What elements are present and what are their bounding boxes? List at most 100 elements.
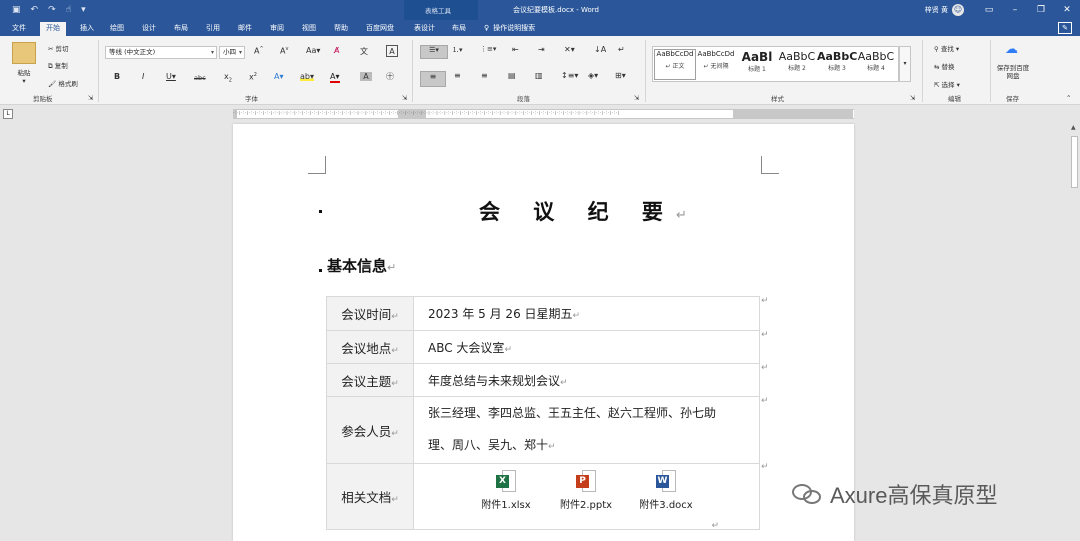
bold-icon[interactable]: B: [114, 72, 120, 81]
text-effects-icon[interactable]: A▾: [274, 72, 284, 81]
vertical-scrollbar[interactable]: ▲: [1069, 122, 1080, 541]
close-icon[interactable]: ✕: [1054, 5, 1080, 15]
align-right-icon[interactable]: ≡: [481, 71, 488, 80]
italic-icon[interactable]: I: [142, 72, 144, 81]
table-cell-label[interactable]: 会议主题↵: [326, 363, 414, 397]
paste-icon[interactable]: [12, 42, 36, 64]
line-spacing-icon[interactable]: ↕≡▾: [561, 71, 578, 80]
tab-table-layout[interactable]: 布局: [446, 22, 472, 36]
font-size-combo[interactable]: 小四 ▾: [219, 46, 245, 59]
style-heading-4[interactable]: AaBbC 标题 4: [856, 50, 896, 72]
table-cell-value[interactable]: ABC 大会议室↵: [413, 330, 760, 364]
paste-button[interactable]: 粘贴: [12, 67, 36, 77]
customize-toolbar-icon[interactable]: ▾: [81, 4, 86, 16]
phonetic-guide-icon[interactable]: 文: [360, 46, 368, 57]
tell-me-search[interactable]: ♀ 操作说明搜索: [484, 23, 535, 33]
font-name-combo[interactable]: 等线 (中文正文) ▾: [105, 46, 217, 59]
restore-icon[interactable]: ❐: [1028, 5, 1054, 15]
underline-icon[interactable]: U▾: [166, 72, 176, 81]
style-heading-2[interactable]: AaBbC 标题 2: [777, 50, 817, 72]
tab-home[interactable]: 开始: [40, 22, 66, 36]
section-heading[interactable]: 基本信息↵: [327, 255, 396, 276]
table-cell-label[interactable]: 参会人员↵: [326, 396, 414, 464]
grow-font-icon[interactable]: A^: [254, 46, 264, 56]
chinese-layout-icon[interactable]: ✕▾: [564, 45, 575, 54]
avatar[interactable]: ☺: [952, 4, 964, 16]
show-marks-icon[interactable]: ↵: [618, 45, 625, 54]
character-shading-icon[interactable]: A: [360, 72, 372, 81]
dialog-launcher-icon[interactable]: ⇲: [402, 94, 407, 102]
attachment-xlsx[interactable]: X 附件1.xlsx: [476, 470, 536, 511]
dialog-launcher-icon[interactable]: ⇲: [634, 94, 639, 102]
ribbon-display-options-icon[interactable]: ▭: [976, 5, 1002, 15]
align-center-icon[interactable]: ≡: [454, 71, 461, 80]
strikethrough-icon[interactable]: abc: [194, 74, 206, 82]
baidu-netdisk-icon[interactable]: ☁: [1005, 42, 1018, 57]
save-icon[interactable]: ▣: [12, 4, 21, 16]
tab-layout[interactable]: 布局: [168, 22, 194, 36]
tab-help[interactable]: 帮助: [328, 22, 354, 36]
scroll-thumb[interactable]: [1071, 136, 1078, 188]
minimize-icon[interactable]: –: [1002, 5, 1028, 15]
table-cell-value[interactable]: 张三经理、李四总监、王五主任、赵六工程师、孙七助 理、周八、吴九、郑十↵: [413, 396, 760, 464]
table-cell-label[interactable]: 会议时间↵: [326, 296, 414, 331]
table-cell-label[interactable]: 会议地点↵: [326, 330, 414, 364]
style-heading-1[interactable]: AaBl 标题 1: [737, 50, 777, 73]
find-button[interactable]: ⚲ 查找 ▾: [934, 43, 959, 53]
style-heading-3[interactable]: AaBbC 标题 3: [817, 50, 857, 72]
style-no-spacing[interactable]: AaBbCcDd ↵ 无间隔: [696, 50, 736, 70]
dialog-launcher-icon[interactable]: ⇲: [88, 94, 93, 102]
change-case-icon[interactable]: Aa▾: [306, 46, 320, 55]
document-title[interactable]: 会 议 纪 要↵: [479, 196, 687, 226]
redo-icon[interactable]: ↷: [48, 4, 56, 16]
multilevel-list-icon[interactable]: ⋮≡▾: [480, 45, 496, 53]
tab-selector-icon[interactable]: L: [3, 109, 13, 119]
bullets-icon[interactable]: ☰▾: [420, 45, 448, 59]
highlight-icon[interactable]: ab▾: [300, 72, 314, 81]
tab-insert[interactable]: 插入: [74, 22, 100, 36]
table-cell-value[interactable]: 年度总结与未来规划会议↵: [413, 363, 760, 397]
style-normal[interactable]: AaBbCcDd ↵ 正文: [654, 49, 696, 80]
tab-view[interactable]: 视图: [296, 22, 322, 36]
character-border-icon[interactable]: A: [386, 45, 398, 57]
attachment-pptx[interactable]: P 附件2.pptx: [556, 470, 616, 511]
sort-icon[interactable]: ↓A: [594, 45, 606, 54]
tab-references[interactable]: 引用: [200, 22, 226, 36]
shrink-font-icon[interactable]: Av: [280, 46, 288, 56]
horizontal-ruler[interactable]: ·:·|·:·|·:·|·:·|·:·|·:·|·:·|·:·|·:·|·:·|…: [233, 109, 854, 119]
align-left-icon[interactable]: ≡: [420, 71, 446, 87]
collapse-ribbon-icon[interactable]: ⌃: [1066, 94, 1071, 102]
numbering-icon[interactable]: ⒈▾: [452, 45, 463, 55]
tab-mailings[interactable]: 邮件: [232, 22, 258, 36]
chevron-down-icon[interactable]: ▾: [18, 77, 30, 85]
table-cell-value[interactable]: 2023 年 5 月 26 日星期五↵: [413, 296, 760, 331]
tab-file[interactable]: 文件: [6, 22, 32, 36]
select-button[interactable]: ⇱ 选择 ▾: [934, 79, 960, 89]
attachment-docx[interactable]: W 附件3.docx: [636, 470, 696, 511]
comments-icon[interactable]: ✎: [1058, 22, 1072, 34]
distributed-icon[interactable]: ▥: [535, 71, 543, 80]
subscript-icon[interactable]: x2: [224, 72, 232, 84]
user-name[interactable]: 梓贤 黄: [925, 5, 948, 15]
tab-design[interactable]: 设计: [136, 22, 162, 36]
format-painter-button[interactable]: 🖌 格式刷: [48, 78, 78, 88]
decrease-indent-icon[interactable]: ⇤: [512, 45, 519, 54]
superscript-icon[interactable]: x2: [249, 72, 257, 82]
attachments-cell[interactable]: X 附件1.xlsx P 附件2.pptx W 附件3.docx ↵: [413, 463, 760, 531]
save-to-netdisk-button[interactable]: 保存到百度网盘: [996, 64, 1030, 80]
undo-icon[interactable]: ↶: [31, 4, 39, 16]
info-table[interactable]: 会议时间↵ 2023 年 5 月 26 日星期五↵ 会议地点↵ ABC 大会议室…: [326, 296, 760, 531]
copy-button[interactable]: ⧉ 复制: [48, 60, 68, 71]
tab-table-design[interactable]: 表设计: [408, 22, 441, 36]
font-color-icon[interactable]: A▾: [330, 72, 340, 83]
dialog-launcher-icon[interactable]: ⇲: [910, 94, 915, 102]
shading-icon[interactable]: ◈▾: [588, 71, 598, 80]
cut-button[interactable]: ✂ 剪切: [48, 43, 69, 53]
justify-icon[interactable]: ▤: [508, 71, 516, 80]
tab-draw[interactable]: 绘图: [104, 22, 130, 36]
clear-formatting-icon[interactable]: A̸: [334, 46, 339, 55]
table-cell-label[interactable]: 相关文档↵: [326, 463, 414, 530]
document-page[interactable]: 会 议 纪 要↵ 基本信息↵ 会议时间↵ 2023 年 5 月 26 日星期五↵…: [233, 124, 854, 541]
replace-button[interactable]: ⇆ 替换: [934, 61, 955, 71]
increase-indent-icon[interactable]: ⇥: [538, 45, 545, 54]
